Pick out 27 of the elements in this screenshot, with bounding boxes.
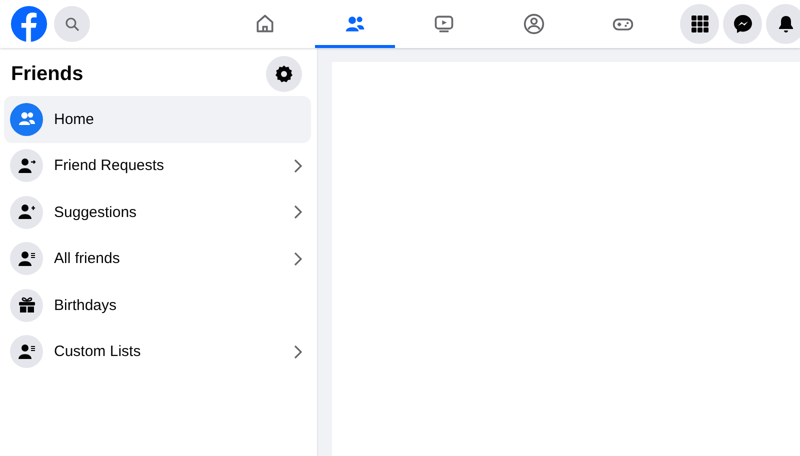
chevron-right-icon: [293, 250, 303, 267]
sidebar-item[interactable]: All friends: [4, 236, 311, 282]
group-icon: [522, 13, 545, 35]
chevron-right-icon: [293, 158, 303, 174]
home-icon: [254, 13, 276, 35]
sidebar-title: Friends: [11, 62, 84, 86]
search-button[interactable]: [54, 6, 90, 42]
sidebar-item[interactable]: Custom Lists: [4, 328, 311, 375]
person-arrow-icon: [16, 156, 36, 176]
settings-icon: [274, 64, 294, 84]
sidebar-item[interactable]: Friend Requests: [4, 142, 311, 189]
search-icon: [64, 16, 80, 32]
gift-icon: [16, 295, 36, 316]
grid-icon: [690, 15, 708, 33]
settings-button[interactable]: [266, 56, 302, 92]
menu-button[interactable]: [680, 4, 719, 44]
chevron-right-icon: [293, 344, 303, 360]
sidebar-item[interactable]: Suggestions: [4, 189, 311, 236]
chevron-right-icon: [293, 204, 303, 220]
messenger-button[interactable]: [723, 4, 762, 44]
person-list-icon: [16, 248, 36, 269]
sidebar-item[interactable]: Birthdays: [4, 282, 311, 328]
messenger-icon: [732, 14, 752, 34]
person-list-icon: [16, 342, 36, 362]
video-icon: [433, 13, 456, 35]
notifications-button[interactable]: [766, 4, 800, 44]
sidebar-item[interactable]: Home: [4, 96, 311, 142]
